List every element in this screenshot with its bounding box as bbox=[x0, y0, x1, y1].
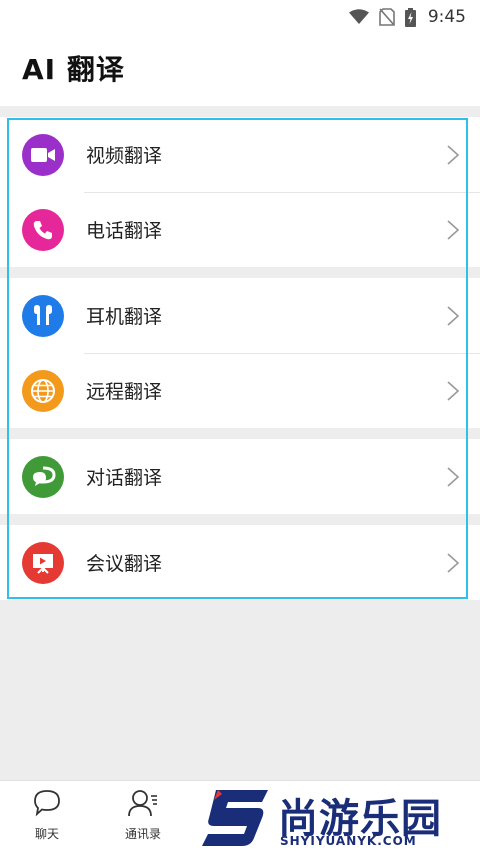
video-camera-icon bbox=[22, 133, 64, 176]
menu-item-video-translation[interactable]: 视频翻译 bbox=[0, 117, 480, 192]
menu-item-dialogue-translation[interactable]: 对话翻译 bbox=[0, 439, 480, 514]
chevron-right-icon bbox=[447, 144, 460, 165]
chevron-right-icon bbox=[447, 219, 460, 240]
status-bar: 9:45 bbox=[0, 0, 480, 34]
nav-item-chat[interactable]: 聊天 bbox=[12, 789, 82, 849]
menu-group-3: 对话翻译 bbox=[0, 439, 480, 514]
menu-item-label: 电话翻译 bbox=[86, 220, 163, 242]
section-gap bbox=[0, 428, 480, 439]
nav-label: 聊天 bbox=[34, 827, 59, 841]
battery-charging-icon bbox=[404, 7, 416, 27]
chevron-right-icon bbox=[447, 305, 460, 326]
contacts-icon bbox=[127, 789, 159, 821]
chat-icon bbox=[32, 789, 62, 821]
menu-item-meeting-translation[interactable]: 会议翻译 bbox=[0, 525, 480, 600]
menu-item-earphone-translation[interactable]: 耳机翻译 bbox=[0, 278, 480, 353]
globe-icon bbox=[22, 369, 64, 412]
chevron-right-icon bbox=[447, 380, 460, 401]
translation-menu: 视频翻译 电话翻译 耳机翻译 远程翻译 对话翻译 会议翻译 bbox=[0, 117, 480, 600]
watermark-subtitle: SHYIYUANYK.COM bbox=[280, 834, 417, 848]
status-time: 9:45 bbox=[427, 7, 466, 27]
phone-icon bbox=[22, 208, 64, 251]
section-gap bbox=[0, 514, 480, 525]
presentation-icon bbox=[22, 541, 64, 584]
menu-item-label: 会议翻译 bbox=[86, 553, 163, 575]
chat-bubbles-icon bbox=[22, 455, 64, 498]
menu-item-label: 耳机翻译 bbox=[86, 306, 163, 328]
section-gap bbox=[0, 267, 480, 278]
watermark-logo: 尚游乐园 SHYIYUANYK.COM bbox=[200, 784, 480, 853]
chevron-right-icon bbox=[447, 552, 460, 573]
menu-group-2: 耳机翻译 远程翻译 bbox=[0, 278, 480, 428]
header: AI 翻译 bbox=[0, 34, 480, 106]
watermark-s-logo-icon bbox=[202, 790, 268, 846]
menu-group-4: 会议翻译 bbox=[0, 525, 480, 600]
no-sim-icon bbox=[379, 8, 395, 26]
nav-label: 通讯录 bbox=[124, 827, 161, 841]
menu-item-label: 对话翻译 bbox=[86, 467, 163, 489]
menu-item-phone-translation[interactable]: 电话翻译 bbox=[0, 192, 480, 267]
menu-item-label: 远程翻译 bbox=[86, 381, 163, 403]
wifi-icon bbox=[348, 9, 369, 25]
menu-group-1: 视频翻译 电话翻译 bbox=[0, 117, 480, 267]
menu-item-label: 视频翻译 bbox=[86, 145, 163, 167]
page-title: AI 翻译 bbox=[22, 53, 125, 86]
nav-item-contacts[interactable]: 通讯录 bbox=[108, 789, 178, 849]
earbuds-icon bbox=[22, 294, 64, 337]
menu-item-remote-translation[interactable]: 远程翻译 bbox=[0, 353, 480, 428]
chevron-right-icon bbox=[447, 466, 460, 487]
